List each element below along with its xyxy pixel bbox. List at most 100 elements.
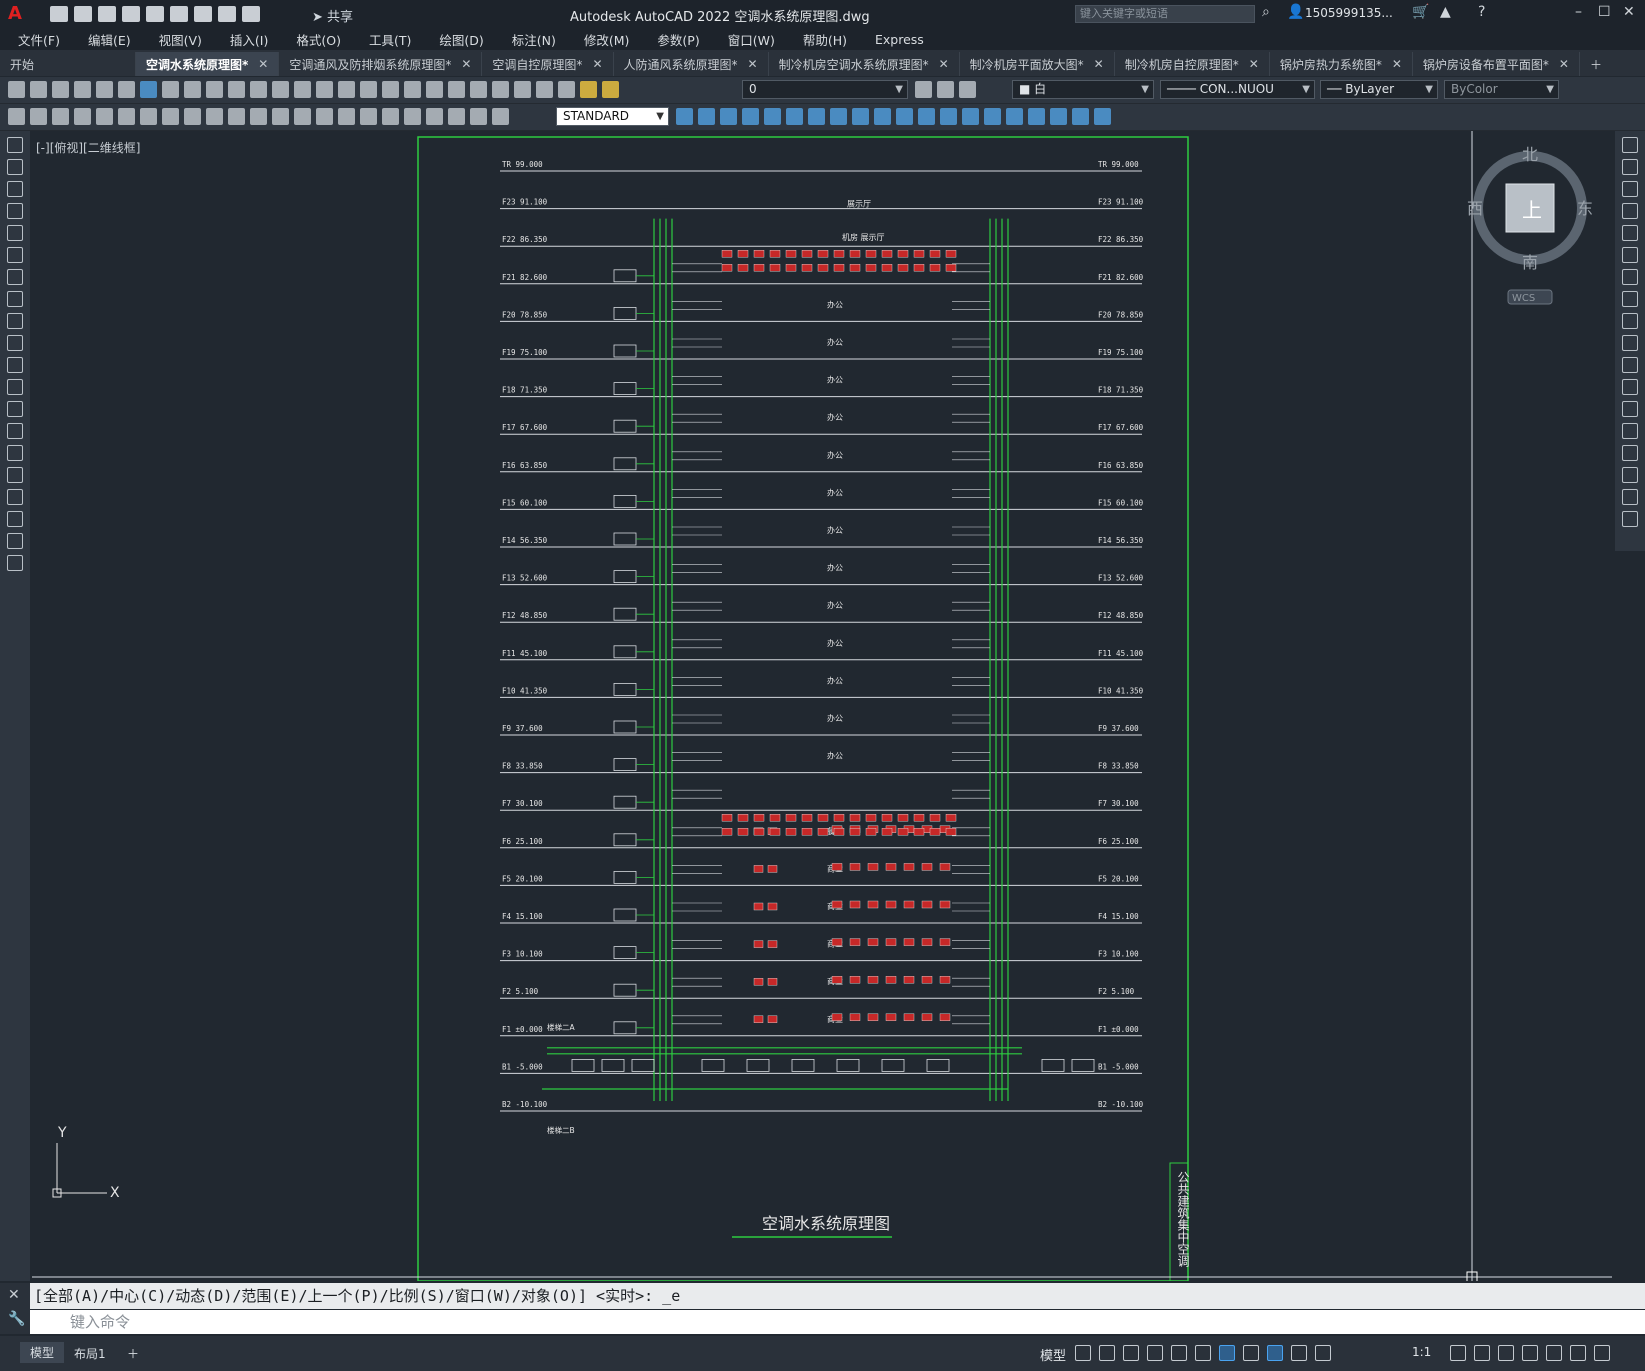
tool-palettes-icon[interactable]: [448, 81, 465, 98]
viewport-controls[interactable]: [-][俯视][二维线框]: [36, 139, 140, 156]
redo-icon[interactable]: [294, 81, 311, 98]
check-icon[interactable]: [1050, 108, 1067, 125]
new-icon[interactable]: [8, 81, 25, 98]
tab-drawing[interactable]: 锅炉房热力系统图* ✕: [1270, 52, 1413, 76]
menu-dimension[interactable]: 标注(N): [512, 30, 556, 49]
menu-format[interactable]: 格式(O): [296, 30, 341, 49]
ortho-icon[interactable]: [1123, 1345, 1139, 1361]
close-tab-icon[interactable]: ✕: [939, 57, 949, 71]
search-icon[interactable]: ⌕: [1262, 4, 1270, 20]
undo-icon[interactable]: [272, 81, 289, 98]
color-dropdown[interactable]: ■ 白 ▼: [1012, 80, 1154, 99]
properties-icon[interactable]: [404, 81, 421, 98]
grid-icon[interactable]: [1075, 1345, 1091, 1361]
menu-express[interactable]: Express: [875, 32, 924, 47]
revolve-icon[interactable]: [830, 108, 847, 125]
design-center-icon[interactable]: [426, 81, 443, 98]
save-as-icon[interactable]: [122, 6, 140, 22]
autocad-logo-icon[interactable]: A: [8, 4, 28, 24]
close-command-icon[interactable]: ✕: [8, 1287, 20, 1303]
tab-drawing[interactable]: 锅炉房设备布置平面图* ✕: [1413, 52, 1580, 76]
lineweight-dropdown[interactable]: ── ByLayer ▼: [1320, 80, 1438, 99]
add-selected-icon[interactable]: [7, 555, 23, 571]
customization-menu-icon[interactable]: [1594, 1345, 1610, 1361]
preview-icon[interactable]: [96, 81, 113, 98]
construction-line-icon[interactable]: [7, 159, 23, 175]
layer-states-icon[interactable]: [959, 81, 976, 98]
tab-model[interactable]: 模型: [20, 1342, 65, 1363]
menu-modify[interactable]: 修改(M): [584, 30, 630, 49]
paste-icon[interactable]: [206, 81, 223, 98]
text-style-dropdown[interactable]: STANDARD ▼: [556, 107, 669, 126]
user-account[interactable]: 1505999135...: [1305, 6, 1393, 20]
region-icon[interactable]: [7, 489, 23, 505]
close-tab-icon[interactable]: ✕: [1094, 57, 1104, 71]
cut-icon[interactable]: [162, 81, 179, 98]
section-icon[interactable]: [918, 108, 935, 125]
open-icon[interactable]: [30, 81, 47, 98]
save-icon[interactable]: [98, 6, 116, 22]
units-icon[interactable]: [1498, 1345, 1514, 1361]
rectangle-icon[interactable]: [7, 225, 23, 241]
polyline-icon[interactable]: [7, 181, 23, 197]
close-tab-icon[interactable]: ✕: [1392, 57, 1402, 71]
box-icon[interactable]: [676, 108, 693, 125]
menu-file[interactable]: 文件(F): [18, 30, 60, 49]
plot-icon[interactable]: [74, 81, 91, 98]
inspect-icon[interactable]: [404, 108, 421, 125]
tolerance-icon[interactable]: [360, 108, 377, 125]
jog-line-icon[interactable]: [426, 108, 443, 125]
separate-icon[interactable]: [1028, 108, 1045, 125]
annotation-scale-icon[interactable]: [1315, 1345, 1331, 1361]
layer-on-icon[interactable]: [580, 81, 597, 98]
tab-drawing[interactable]: 制冷机房平面放大图* ✕: [960, 52, 1115, 76]
linetype-dropdown[interactable]: ──── CON...NUOU ▼: [1160, 80, 1315, 99]
object-snap-icon[interactable]: [1219, 1345, 1235, 1361]
extrude-icon[interactable]: [764, 108, 781, 125]
explode-icon[interactable]: [1622, 511, 1638, 527]
customize-icon[interactable]: 🔧: [8, 1311, 25, 1327]
help-icon[interactable]: ?: [1478, 4, 1485, 20]
save-icon[interactable]: [52, 81, 69, 98]
close-tab-icon[interactable]: ✕: [1249, 57, 1259, 71]
imprint-icon[interactable]: [1006, 108, 1023, 125]
trim-icon[interactable]: [1622, 335, 1638, 351]
continue-icon[interactable]: [294, 108, 311, 125]
tab-drawing[interactable]: 制冷机房空调水系统原理图* ✕: [769, 52, 960, 76]
tab-drawing[interactable]: 人防通风系统原理图* ✕: [614, 52, 769, 76]
copy-icon[interactable]: [184, 81, 201, 98]
sweep-icon[interactable]: [808, 108, 825, 125]
diameter-icon[interactable]: [206, 108, 223, 125]
annotation-visibility-icon[interactable]: [1267, 1345, 1283, 1361]
zoom-realtime-icon[interactable]: [338, 81, 355, 98]
tab-layout1[interactable]: 布局1: [74, 1345, 106, 1362]
calculator-icon[interactable]: [514, 81, 531, 98]
table-icon[interactable]: [7, 511, 23, 527]
search-input[interactable]: 键入关键字或短语: [1075, 5, 1255, 23]
center-mark-icon[interactable]: [382, 108, 399, 125]
polygon-icon[interactable]: [7, 203, 23, 219]
close-tab-icon[interactable]: ✕: [748, 57, 758, 71]
polar-icon[interactable]: [1147, 1345, 1163, 1361]
plotstyle-dropdown[interactable]: ByColor ▼: [1444, 80, 1559, 99]
menu-view[interactable]: 视图(V): [159, 30, 202, 49]
arc-length-icon[interactable]: [118, 108, 135, 125]
block-editor-icon[interactable]: [250, 81, 267, 98]
workspace-gear-icon[interactable]: [1450, 1345, 1466, 1361]
autodesk-icon[interactable]: ▲: [1440, 4, 1451, 20]
annotation-monitor-icon[interactable]: [1474, 1345, 1490, 1361]
break-icon[interactable]: [338, 108, 355, 125]
open-icon[interactable]: [74, 6, 92, 22]
menu-help[interactable]: 帮助(H): [803, 30, 847, 49]
close-tab-icon[interactable]: ✕: [592, 57, 602, 71]
arc-icon[interactable]: [7, 247, 23, 263]
snap-icon[interactable]: [1099, 1345, 1115, 1361]
zoom-window-icon[interactable]: [360, 81, 377, 98]
web-icon[interactable]: [140, 81, 157, 98]
hatch-icon[interactable]: [7, 445, 23, 461]
close-tab-icon[interactable]: ✕: [461, 57, 471, 71]
isolate-icon[interactable]: [1546, 1345, 1562, 1361]
point-icon[interactable]: [7, 423, 23, 439]
isodraft-icon[interactable]: [1171, 1345, 1187, 1361]
stretch-icon[interactable]: [1622, 313, 1638, 329]
